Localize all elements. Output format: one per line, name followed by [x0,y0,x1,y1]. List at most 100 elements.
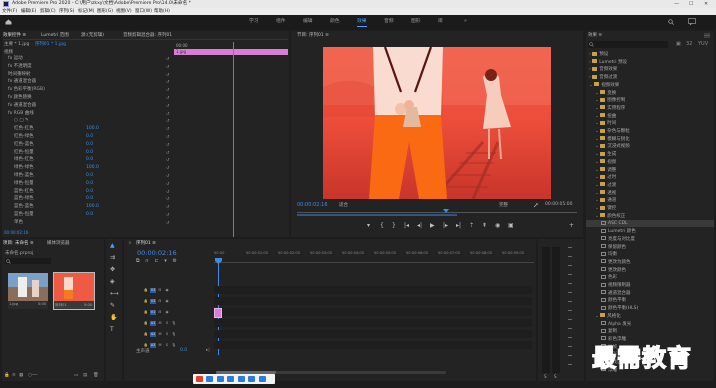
effects-folder[interactable]: › Lumetri 预设 [586,59,714,66]
program-fit-dropdown[interactable]: 适合 [339,202,348,208]
effects-item[interactable]: ASC CDL [586,220,714,228]
effects-folder[interactable]: ⌄ 变换 [586,90,714,97]
eye-icon[interactable]: ◉ [164,299,170,304]
ec-property-row[interactable]: ○ □ ✎ ↺ [4,118,172,125]
effects-folder[interactable]: ⌄ 过渡 [586,182,714,189]
effects-item[interactable]: 颜色平衡 [586,297,714,304]
add-marker-icon[interactable]: ▾ [164,258,167,264]
add-button-icon[interactable]: + [569,223,574,229]
lock-icon[interactable]: 🔒 [143,310,149,315]
tab-source[interactable]: 源:(无剪辑) [81,31,104,39]
effects-folder[interactable]: › 预设 [586,51,714,58]
ec-playhead[interactable] [233,42,234,237]
ec-property-row[interactable]: fx RGB 曲线 ↺ [4,111,172,118]
effects-folder[interactable]: ⌄ 过时 [586,174,714,181]
menu-sequence[interactable]: 序列(S) [59,8,74,15]
reset-icon[interactable]: ↺ [166,181,169,188]
razor-tool-icon[interactable]: ◈ [110,279,115,285]
ec-property-row[interactable]: fx 通道混合器 ↺ [4,79,172,86]
lock-icon[interactable]: 🔒 [143,321,149,326]
sequence-clip-label[interactable]: 序列01 * 1.jpg [35,42,66,47]
go-to-out-icon[interactable]: ▸| [456,223,461,229]
sync-lock-icon[interactable]: ⊟ [157,310,163,315]
ime-punct-icon[interactable] [216,376,224,382]
program-timecode[interactable]: 00:00:02:16 [297,202,328,208]
wrench-icon[interactable] [533,202,539,208]
ec-property-row[interactable]: 时间重映射 ↺ [4,72,172,79]
effects-item[interactable]: 通道混合器 [586,290,714,297]
32bit-effects-icon[interactable]: 32 [686,41,692,47]
reset-icon[interactable]: ↺ [166,64,169,71]
effects-folder[interactable]: ⌄ 时间 [586,120,714,127]
effects-folder[interactable]: ⌄ 调整 [586,167,714,174]
step-forward-icon[interactable]: |▸ [443,223,448,229]
track-name[interactable]: V1 [150,310,156,315]
effects-folder[interactable]: ⌄ 生成 [586,151,714,158]
workspace-audio[interactable]: 音频 [384,18,394,26]
ec-property-row[interactable]: 绿色-红色 0.0 ↺ [4,157,172,164]
sync-lock-icon[interactable]: ⊟ [157,288,163,293]
selection-tool-icon[interactable]: ▲ [110,243,115,249]
hand-tool-icon[interactable]: ✋ [110,315,117,321]
solo-icon[interactable]: S [164,332,170,337]
solo-icon[interactable]: S [164,321,170,326]
reset-icon[interactable]: ↺ [166,204,169,211]
effects-folder[interactable]: › 音频效果 [586,66,714,73]
minimize-button[interactable]: — [674,0,679,8]
add-marker-icon[interactable]: ▾ [367,223,370,229]
program-scrubber[interactable] [297,212,577,213]
lock-icon[interactable]: 🔒 [143,299,149,304]
workspace-color[interactable]: 颜色 [330,18,340,26]
zoom-slider[interactable]: ○── [28,373,37,378]
solo-icon[interactable]: S [164,343,170,348]
ec-property-value[interactable]: 100.0 [86,126,99,133]
new-item-icon[interactable]: ▤ [83,373,87,378]
ec-property-row[interactable]: 绿色-蓝色 0.0 ↺ [4,173,172,180]
mark-out-icon[interactable]: } [392,223,396,229]
sync-lock-icon[interactable]: ⊟ [157,299,163,304]
speech-bubble-icon[interactable] [688,18,696,26]
ime-logo-icon[interactable] [196,376,203,382]
ec-property-value[interactable]: 0.0 [86,157,93,164]
ime-mode-icon[interactable] [206,376,214,382]
reset-icon[interactable]: ↺ [166,165,169,172]
mute-icon[interactable]: M [157,332,163,337]
track-target-toggle[interactable] [136,319,142,324]
lock-icon[interactable]: 🔒 [4,373,10,378]
effects-folder[interactable]: ⌄ 杂色与颗粒 [586,128,714,135]
effects-folder[interactable]: › 音频过渡 [586,74,714,81]
reset-icon[interactable]: ↺ [166,220,169,227]
ec-property-row[interactable]: 蓝色-红色 0.0 ↺ [4,189,172,196]
reset-icon[interactable]: ↺ [166,150,169,157]
track-lane[interactable] [214,308,532,316]
effects-folder[interactable]: ⌄ 风格化 [586,313,714,320]
reset-icon[interactable]: ↺ [166,157,169,164]
eye-icon[interactable]: ◉ [164,310,170,315]
reset-icon[interactable]: ↺ [166,103,169,110]
effects-item[interactable]: 均衡 [586,251,714,258]
go-to-end-icon[interactable]: ▸| [206,348,210,353]
track-name[interactable]: A2 [150,332,156,337]
step-back-icon[interactable]: ◂| [417,223,422,229]
effects-folder[interactable]: ⌄ 图像控制 [586,97,714,104]
track-target-toggle[interactable] [136,297,142,302]
project-item-2[interactable]: 序列01 5:00 [53,272,95,310]
ripple-edit-tool-icon[interactable]: ✥ [110,267,115,273]
track-name[interactable]: A1 [150,321,156,326]
go-to-in-icon[interactable]: |◂ [404,223,409,229]
track-lane[interactable] [214,330,532,338]
effects-folder[interactable]: ⌄ 通道 [586,197,714,204]
type-tool-icon[interactable]: T [110,327,114,333]
track-target-toggle[interactable] [136,341,142,346]
workspace-libraries[interactable]: 库 [438,18,443,26]
effects-item[interactable]: Alpha 发光 [586,321,714,328]
mic-icon[interactable]: 🎙 [171,321,177,326]
effects-item[interactable]: 色彩 [586,274,714,281]
effects-search-input[interactable] [588,41,668,48]
ime-keyboard-icon[interactable] [237,376,245,382]
mic-icon[interactable]: 🎙 [171,343,177,348]
menu-view[interactable]: 视图(V) [116,8,132,15]
solo-right-icon[interactable]: S [554,374,557,379]
ec-property-value[interactable]: 0.0 [86,189,93,196]
ec-property-row[interactable]: 绿色-绿色 100.0 ↺ [4,165,172,172]
